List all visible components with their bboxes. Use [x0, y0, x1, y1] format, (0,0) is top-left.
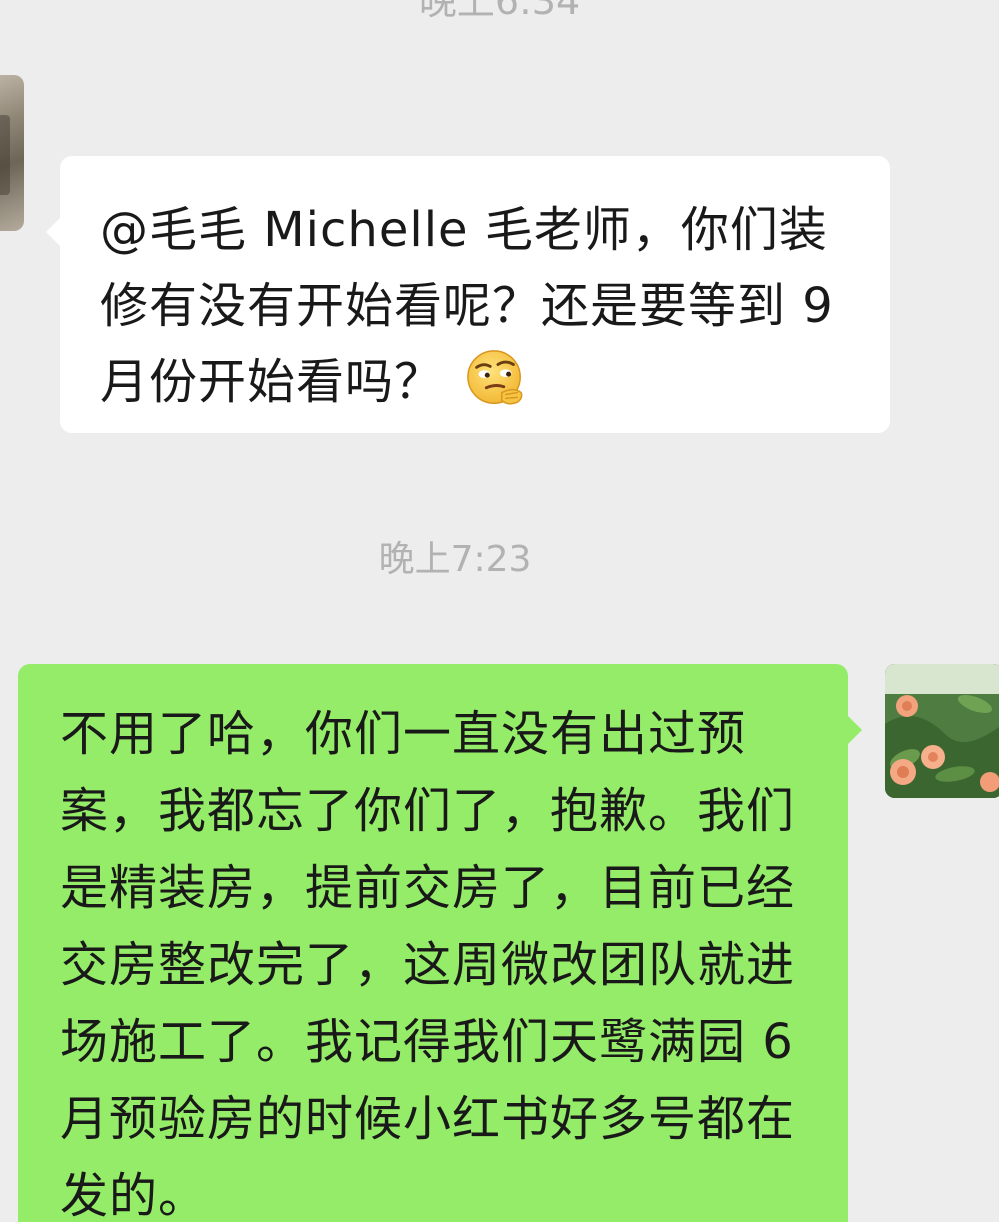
timestamp-partial: 晚上6:34 — [418, 0, 581, 23]
flower-photo-icon — [885, 664, 999, 798]
incoming-message-bubble[interactable]: @毛毛 Michelle 毛老师，你们装修有没有开始看呢？还是要等到 9 月份开… — [46, 156, 890, 433]
outgoing-message-bubble[interactable]: 不用了哈，你们一直没有出过预案，我都忘了你们了，抱歉。我们是精装房，提前交房了，… — [18, 664, 862, 1222]
chat-view: 晚上6:34 @毛毛 Michelle 毛老师，你们装修有没有开始看呢？还是要等… — [0, 0, 999, 1222]
thinking-face-icon — [467, 350, 523, 405]
timestamp-divider: 晚上7:23 — [378, 539, 532, 580]
sender-avatar[interactable] — [0, 75, 24, 231]
my-avatar[interactable] — [885, 664, 999, 798]
outgoing-message-text: 不用了哈，你们一直没有出过预案，我都忘了你们了，抱歉。我们是精装房，提前交房了，… — [60, 706, 796, 1222]
